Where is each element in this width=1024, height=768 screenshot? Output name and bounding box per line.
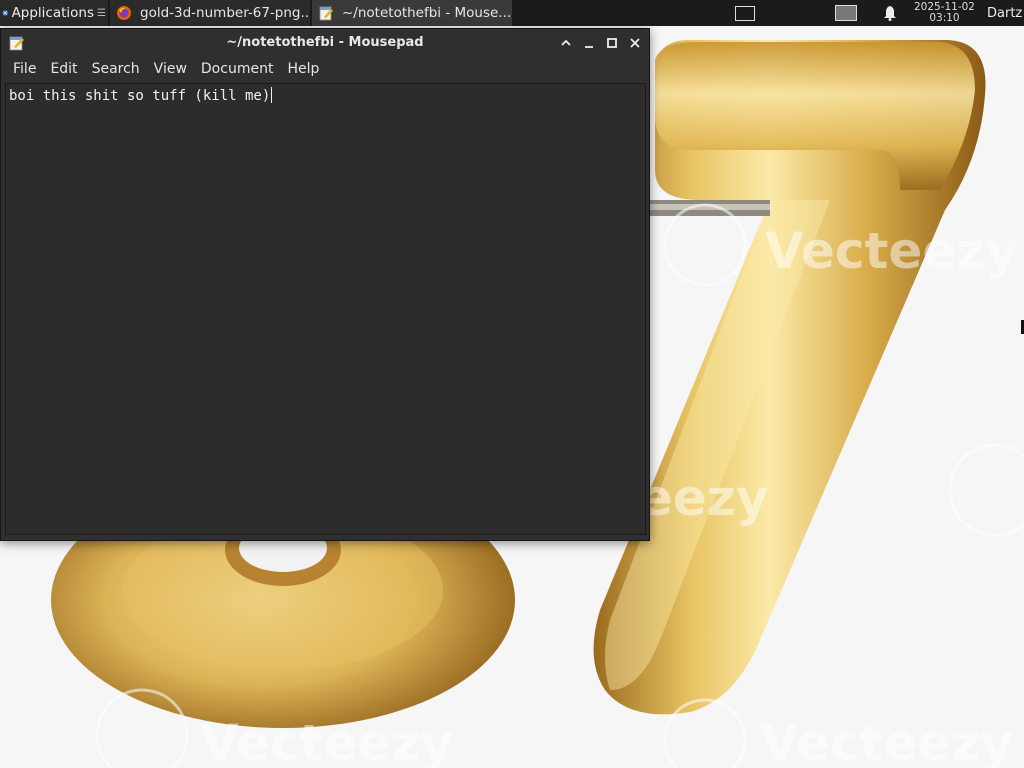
xfce-logo-icon [2,10,9,16]
mousepad-window: ~/notetothefbi - Mousepad File Edit Sear… [0,28,650,541]
menu-view[interactable]: View [146,61,195,77]
maximize-button[interactable] [604,35,620,51]
taskbar-item-label: ~/notetothefbi - Mouse... [342,5,512,21]
menu-document[interactable]: Document [193,61,282,77]
applications-menu[interactable]: Applications ☰ [0,0,108,26]
watermark-text: Vecteezy [200,714,453,768]
menu-help[interactable]: Help [279,61,327,77]
taskbar-item-firefox[interactable]: gold-3d-number-67-png... [110,0,310,26]
firefox-icon [117,6,131,20]
watermark-text: Vecteezy [760,714,1013,768]
menu-file[interactable]: File [5,61,44,77]
minimize-icon [585,46,593,48]
workspace-1-button[interactable] [734,5,755,21]
taskbar-item-label: gold-3d-number-67-png... [140,5,310,21]
close-button[interactable] [627,35,643,51]
watermark-text: Vecteezy [765,222,1018,280]
top-panel: Applications ☰ gold-3d-number-67-png... … [0,0,1024,26]
maximize-icon [607,38,617,48]
menu-edit[interactable]: Edit [42,61,85,77]
window-titlebar[interactable]: ~/notetothefbi - Mousepad [1,29,649,57]
user-menu[interactable]: Dartz [987,6,1024,21]
clock[interactable]: 2025-11-02 03:10 [914,2,975,24]
workspace-2-button[interactable] [834,5,857,21]
editor-line: boi this shit so tuff (kill me) [9,88,271,104]
text-editor-area[interactable]: boi this shit so tuff (kill me) [5,83,646,535]
menubar: File Edit Search View Document Help [1,57,649,81]
minimize-button[interactable] [581,35,597,51]
window-title: ~/notetothefbi - Mousepad [226,35,424,50]
notification-bell-icon[interactable] [883,5,897,21]
menu-search[interactable]: Search [84,61,148,77]
applications-label: Applications [11,5,95,21]
shade-button[interactable] [558,35,574,51]
text-caret [271,87,273,103]
mousepad-icon [319,6,333,21]
editor-content[interactable]: boi this shit so tuff (kill me) [9,87,273,104]
clock-time: 03:10 [929,12,960,24]
taskbar-item-mousepad[interactable]: ~/notetothefbi - Mouse... [312,0,512,26]
close-icon [630,38,640,48]
applications-arrow-icon: ☰ [97,7,106,19]
chevron-up-icon [561,39,571,46]
